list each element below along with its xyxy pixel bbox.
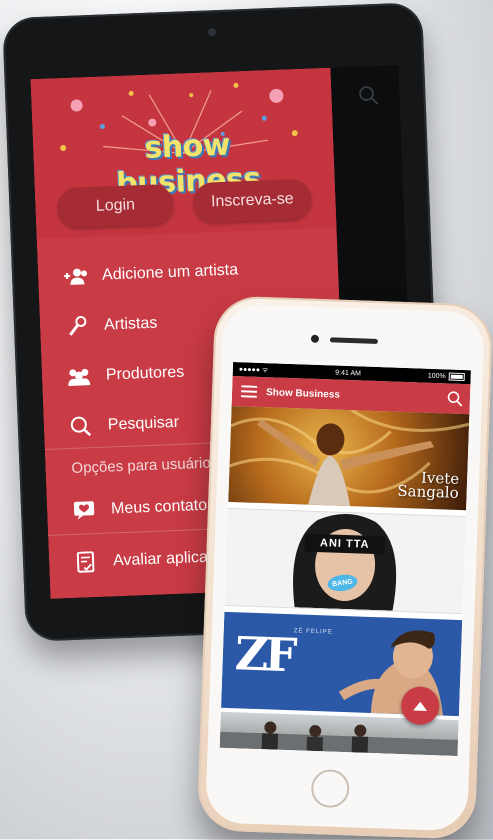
battery-icon [449, 373, 465, 382]
app-title: Show Business [266, 387, 440, 404]
phone-device: ●●●●● ᯤ 9:41 AM 100% Show Business [197, 295, 493, 839]
menu-item-my-contacts[interactable]: Meus contatos [71, 490, 216, 526]
menu-item-label: Meus contatos [111, 496, 216, 518]
search-icon [67, 415, 94, 438]
artist-logo: ANI TTA [305, 534, 386, 555]
artist-card-anitta[interactable]: ANI TTA BANG [225, 508, 466, 614]
drawer-header: show business Login Inscreva-se [31, 68, 337, 239]
rate-app-icon [73, 551, 100, 574]
add-user-icon [62, 265, 89, 288]
artist-photo [225, 509, 466, 613]
artist-caption: Ivete Sangalo [397, 470, 459, 500]
phone-screen: ●●●●● ᯤ 9:41 AM 100% Show Business [220, 362, 471, 756]
hamburger-menu-icon[interactable] [232, 376, 267, 407]
menu-item-add-artist[interactable]: Adicione um artista [62, 255, 239, 292]
menu-item-label: Pesquisar [108, 414, 180, 435]
microphone-icon [64, 315, 91, 338]
menu-item-artists[interactable]: Artistas [64, 309, 158, 343]
menu-item-search[interactable]: Pesquisar [67, 408, 179, 442]
signup-button[interactable]: Inscreva-se [193, 179, 312, 224]
section-label: Opções para usuário [71, 455, 211, 477]
artist-card-ivete[interactable]: Ivete Sangalo [228, 406, 469, 510]
chevron-up-icon [412, 699, 428, 712]
group-icon [66, 365, 93, 388]
search-icon[interactable] [357, 84, 380, 107]
menu-item-producers[interactable]: Produtores [65, 358, 184, 393]
login-button[interactable]: Login [57, 184, 174, 228]
battery-indicator: 100% [428, 372, 465, 381]
heart-chat-icon [71, 499, 98, 522]
artist-logo: ZF [234, 626, 294, 682]
menu-item-label: Adicione um artista [102, 261, 239, 284]
search-icon[interactable] [439, 383, 470, 414]
menu-item-label: Artistas [104, 315, 158, 335]
carrier-signal: ●●●●● ᯤ [239, 365, 269, 375]
tablet-camera [208, 28, 216, 36]
status-time: 9:41 AM [335, 369, 361, 377]
menu-item-label: Produtores [106, 364, 185, 385]
